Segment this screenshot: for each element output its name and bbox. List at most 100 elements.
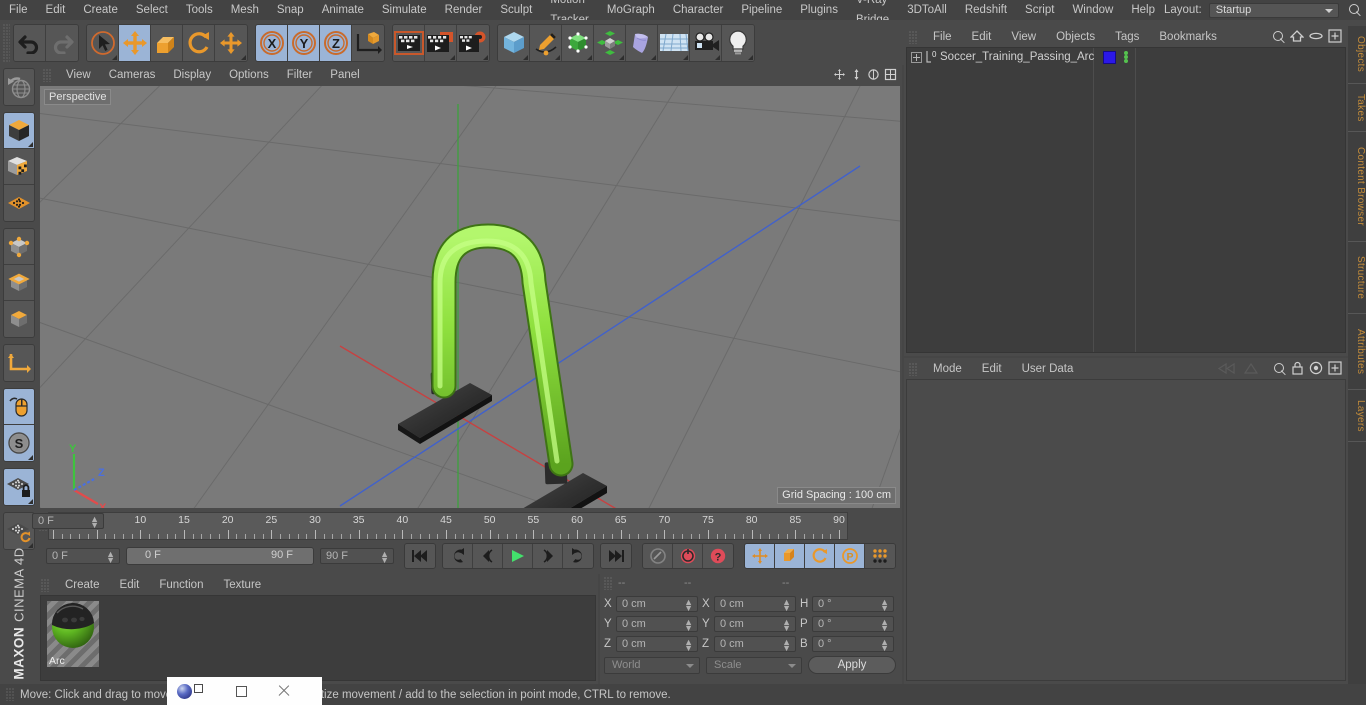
spinner-icon[interactable]: ▲ ▼ [90,515,99,530]
rotation-key-icon[interactable] [805,544,835,568]
apply-button[interactable]: Apply [808,656,896,674]
lock-icon[interactable] [1291,361,1304,375]
viewport-menu-panel[interactable]: Panel [321,65,368,85]
undo-icon[interactable] [14,24,46,61]
search-icon[interactable] [1272,361,1286,375]
timeline-range-slider[interactable]: 0 F 90 F [126,547,314,565]
spinner-icon[interactable]: ▲ ▼ [106,550,115,565]
right-tab-structure[interactable]: Structure [1348,242,1366,314]
current-frame-field[interactable]: 0 F ▲ ▼ [32,513,104,530]
rotate-view-icon[interactable] [867,68,880,81]
workplane-icon[interactable] [4,185,34,221]
go-to-end-icon[interactable] [601,544,631,568]
viewport-menu-cameras[interactable]: Cameras [100,65,165,85]
right-tab-objects[interactable]: Objects [1348,26,1366,84]
rotate-icon[interactable] [183,24,215,61]
plus-box-icon[interactable] [1328,361,1342,375]
menu-mograph[interactable]: MoGraph [598,0,664,20]
attribute-menu-mode[interactable]: Mode [923,358,972,380]
coord-system-dropdown[interactable]: World [604,656,700,674]
material-menu-create[interactable]: Create [55,574,110,596]
object-menu-objects[interactable]: Objects [1046,26,1105,48]
right-tab-attributes[interactable]: Attributes [1348,314,1366,390]
anim-left-icon[interactable] [1218,362,1238,375]
object-grip[interactable] [909,30,918,44]
tag-dots-icon[interactable] [1121,50,1131,64]
coord-field-rotation-b[interactable]: 0 ° ▲ ▼ [812,635,894,652]
scale-key-icon[interactable] [775,544,805,568]
autokey-icon[interactable] [643,544,673,568]
menu-redshift[interactable]: Redshift [956,0,1016,20]
viewport-menu-filter[interactable]: Filter [278,65,322,85]
material-list[interactable]: Arc [40,595,596,681]
start-frame-field[interactable]: 0 F ▲ ▼ [46,548,120,565]
menu-edit[interactable]: Edit [37,0,75,20]
right-tab-content-browser[interactable]: Content Browser [1348,132,1366,242]
coord-field-position-x[interactable]: 0 cm ▲ ▼ [616,595,698,612]
material-menu-texture[interactable]: Texture [213,574,271,596]
menu-mesh[interactable]: Mesh [222,0,268,20]
go-to-start-icon[interactable] [405,544,435,568]
spinner-icon[interactable]: ▲ ▼ [782,597,791,612]
material-grip[interactable] [41,578,50,592]
menu-pipeline[interactable]: Pipeline [732,0,791,20]
object-menu-bookmarks[interactable]: Bookmarks [1149,26,1227,48]
spinner-icon[interactable]: ▲ ▼ [880,597,889,612]
spinner-icon[interactable]: ▲ ▼ [782,617,791,632]
array-icon[interactable] [594,24,626,61]
search-icon[interactable] [1347,2,1363,18]
viewport-3d[interactable]: Y X Z Perspective Grid Spacing : 100 cm [40,86,900,508]
attribute-content[interactable] [906,379,1346,681]
spinner-icon[interactable]: ▲ ▼ [380,550,389,565]
spinner-icon[interactable]: ▲ ▼ [880,637,889,652]
search-icon[interactable] [1271,29,1285,43]
menu-character[interactable]: Character [664,0,733,20]
light-icon[interactable] [722,24,754,61]
material-item-arc[interactable]: Arc [47,601,99,667]
coordinates-grip[interactable] [604,576,613,590]
position-key-icon[interactable] [745,544,775,568]
floating-window-titlebar[interactable] [167,677,322,705]
object-menu-edit[interactable]: Edit [962,26,1002,48]
bend-deformer-icon[interactable] [626,24,658,61]
object-menu-view[interactable]: View [1001,26,1046,48]
x-axis-icon[interactable]: X [256,24,288,61]
move-alt-icon[interactable] [215,24,247,61]
coord-mode-dropdown[interactable]: Scale [706,656,802,674]
spinner-icon[interactable]: ▲ ▼ [880,617,889,632]
undo-view-globe-icon[interactable] [4,69,34,105]
soft-selection-icon[interactable]: S [4,425,34,461]
spinner-icon[interactable]: ▲ ▼ [782,637,791,652]
coord-field-rotation-p[interactable]: 0 ° ▲ ▼ [812,615,894,632]
y-axis-icon[interactable]: Y [288,24,320,61]
edges-mode-icon[interactable] [4,265,34,301]
right-tab-layers[interactable]: Layers [1348,390,1366,442]
model-mode-icon[interactable] [4,113,34,149]
planar-workplane-icon[interactable] [4,513,34,549]
close-icon[interactable] [277,684,291,698]
expand-icon[interactable] [911,51,922,63]
menu-animate[interactable]: Animate [313,0,373,20]
menu-help[interactable]: Help [1122,0,1164,20]
step-forward-keyframe-icon[interactable] [563,544,593,568]
axis-modify-icon[interactable] [4,345,34,381]
polygons-mode-icon[interactable] [4,301,34,337]
spinner-icon[interactable]: ▲ ▼ [684,617,693,632]
menu-file[interactable]: File [0,0,37,20]
coord-field-rotation-h[interactable]: 0 ° ▲ ▼ [812,595,894,612]
coord-field-position-z[interactable]: 0 cm ▲ ▼ [616,635,698,652]
material-menu-function[interactable]: Function [149,574,213,596]
attribute-menu-user-data[interactable]: User Data [1012,358,1084,380]
viewport-grip[interactable] [43,68,52,82]
points-mode-icon[interactable] [4,229,34,265]
render-region-icon[interactable] [425,24,457,61]
object-menu-tags[interactable]: Tags [1105,26,1149,48]
spinner-icon[interactable]: ▲ ▼ [684,597,693,612]
anim-right-icon[interactable] [1243,362,1259,375]
render-settings-icon[interactable] [457,24,489,61]
menu-script[interactable]: Script [1016,0,1063,20]
menu-plugins[interactable]: Plugins [791,0,847,20]
cube-primitive-icon[interactable] [498,24,530,61]
z-axis-icon[interactable]: Z [320,24,352,61]
timeline-ruler[interactable]: 051015202530354045505560657075808590 [48,512,848,540]
